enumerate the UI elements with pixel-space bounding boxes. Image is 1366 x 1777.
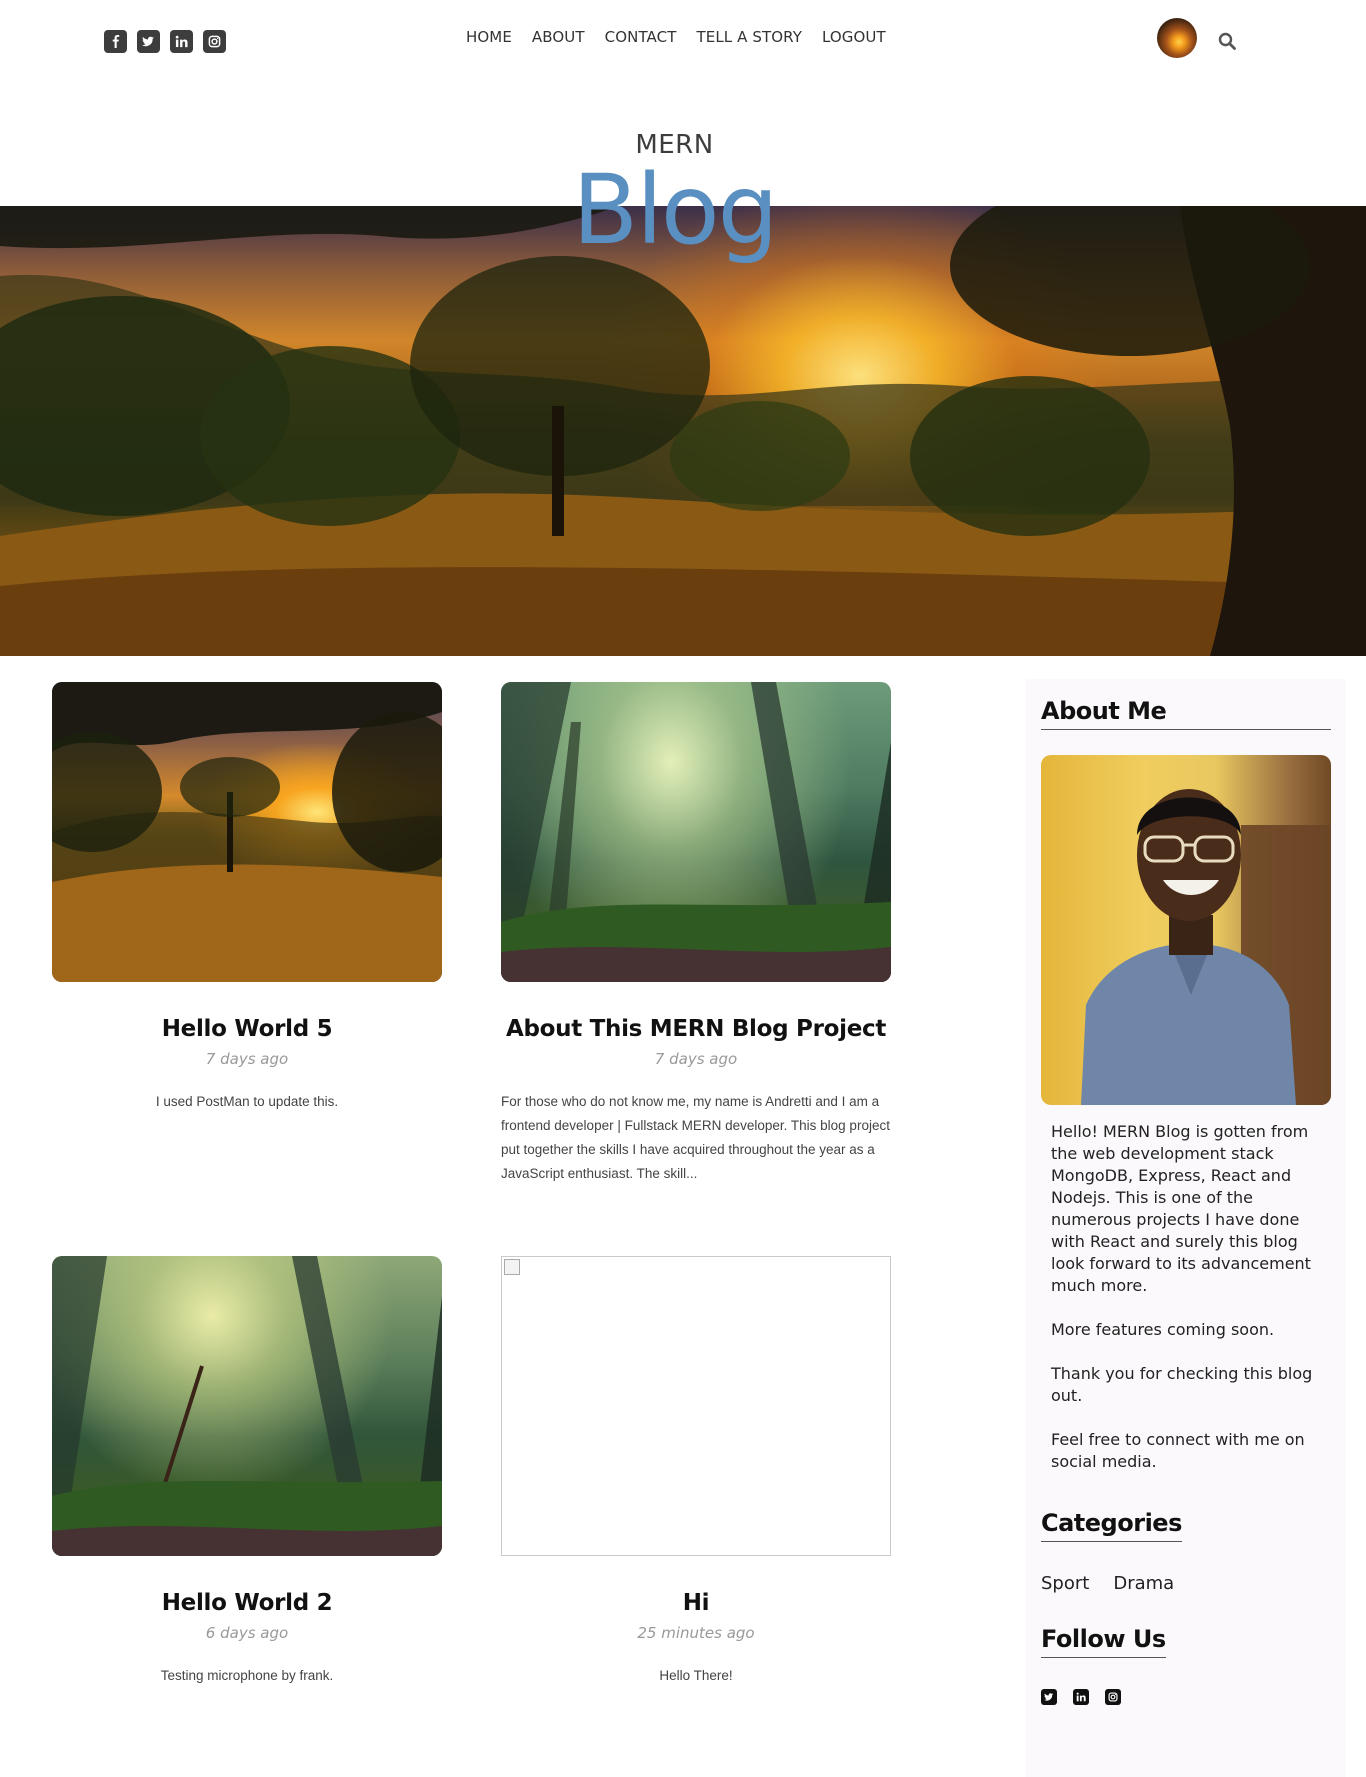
instagram-icon[interactable] xyxy=(203,30,226,53)
search-icon[interactable] xyxy=(1218,32,1236,50)
about-paragraph: Feel free to connect with me on social m… xyxy=(1051,1430,1305,1471)
post-card[interactable]: Hi 25 minutes ago Hello There! xyxy=(501,1256,891,1688)
post-card[interactable]: Hello World 5 7 days ago I used PostMan … xyxy=(52,682,442,1114)
nav-about[interactable]: ABOUT xyxy=(532,28,585,46)
post-time: 6 days ago xyxy=(205,1624,289,1642)
categories-heading: Categories xyxy=(1041,1509,1182,1542)
author-photo xyxy=(1041,755,1331,1105)
post-title[interactable]: Hello World 2 xyxy=(52,1590,442,1616)
post-time: 7 days ago xyxy=(205,1050,289,1068)
main-nav: HOME ABOUT CONTACT TELL A STORY LOGOUT xyxy=(466,28,886,46)
category-drama[interactable]: Drama xyxy=(1113,1573,1174,1594)
post-image[interactable] xyxy=(52,1256,442,1556)
site-title: Blog xyxy=(572,154,778,266)
follow-links xyxy=(1041,1689,1121,1705)
about-text: Hello! MERN Blog is gotten from the web … xyxy=(1051,1121,1321,1495)
follow-heading: Follow Us xyxy=(1041,1625,1166,1658)
post-excerpt: Testing microphone by frank. xyxy=(160,1668,334,1683)
category-list: Sport Drama xyxy=(1041,1573,1174,1594)
post-excerpt: I used PostMan to update this. xyxy=(155,1094,339,1109)
hero-banner xyxy=(0,206,1366,656)
broken-image-icon xyxy=(504,1259,520,1275)
linkedin-icon[interactable] xyxy=(170,30,193,53)
top-bar: HOME ABOUT CONTACT TELL A STORY LOGOUT xyxy=(0,0,1366,82)
post-excerpt: Hello There! xyxy=(659,1668,733,1683)
post-title[interactable]: Hello World 5 xyxy=(52,1016,442,1042)
post-title[interactable]: About This MERN Blog Project xyxy=(501,1016,891,1042)
sidebar: About Me Hello! MERN Blog is gotten from… xyxy=(1026,679,1346,1777)
social-links xyxy=(104,30,226,53)
nav-home[interactable]: HOME xyxy=(466,28,512,46)
user-avatar[interactable] xyxy=(1157,18,1197,58)
post-image-broken[interactable] xyxy=(501,1256,891,1556)
linkedin-icon[interactable] xyxy=(1073,1689,1089,1705)
post-card[interactable]: Hello World 2 6 days ago Testing microph… xyxy=(52,1256,442,1688)
instagram-icon[interactable] xyxy=(1105,1689,1121,1705)
nav-logout[interactable]: LOGOUT xyxy=(822,28,886,46)
facebook-icon[interactable] xyxy=(104,30,127,53)
nav-contact[interactable]: CONTACT xyxy=(605,28,677,46)
hero-landscape-image xyxy=(0,206,1366,656)
post-card[interactable]: About This MERN Blog Project 7 days ago … xyxy=(501,682,891,1186)
about-paragraph: More features coming soon. xyxy=(1051,1320,1275,1339)
twitter-icon[interactable] xyxy=(137,30,160,53)
post-time: 25 minutes ago xyxy=(637,1624,755,1642)
twitter-icon[interactable] xyxy=(1041,1689,1057,1705)
about-paragraph: Thank you for checking this blog out. xyxy=(1051,1364,1313,1405)
about-heading: About Me xyxy=(1041,697,1331,730)
post-image[interactable] xyxy=(52,682,442,982)
post-image[interactable] xyxy=(501,682,891,982)
about-paragraph: Hello! MERN Blog is gotten from the web … xyxy=(1051,1122,1311,1295)
post-time: 7 days ago xyxy=(654,1050,738,1068)
nav-tell-a-story[interactable]: TELL A STORY xyxy=(697,28,802,46)
category-sport[interactable]: Sport xyxy=(1041,1573,1089,1594)
post-title[interactable]: Hi xyxy=(501,1590,891,1616)
post-excerpt: For those who do not know me, my name is… xyxy=(501,1094,890,1181)
